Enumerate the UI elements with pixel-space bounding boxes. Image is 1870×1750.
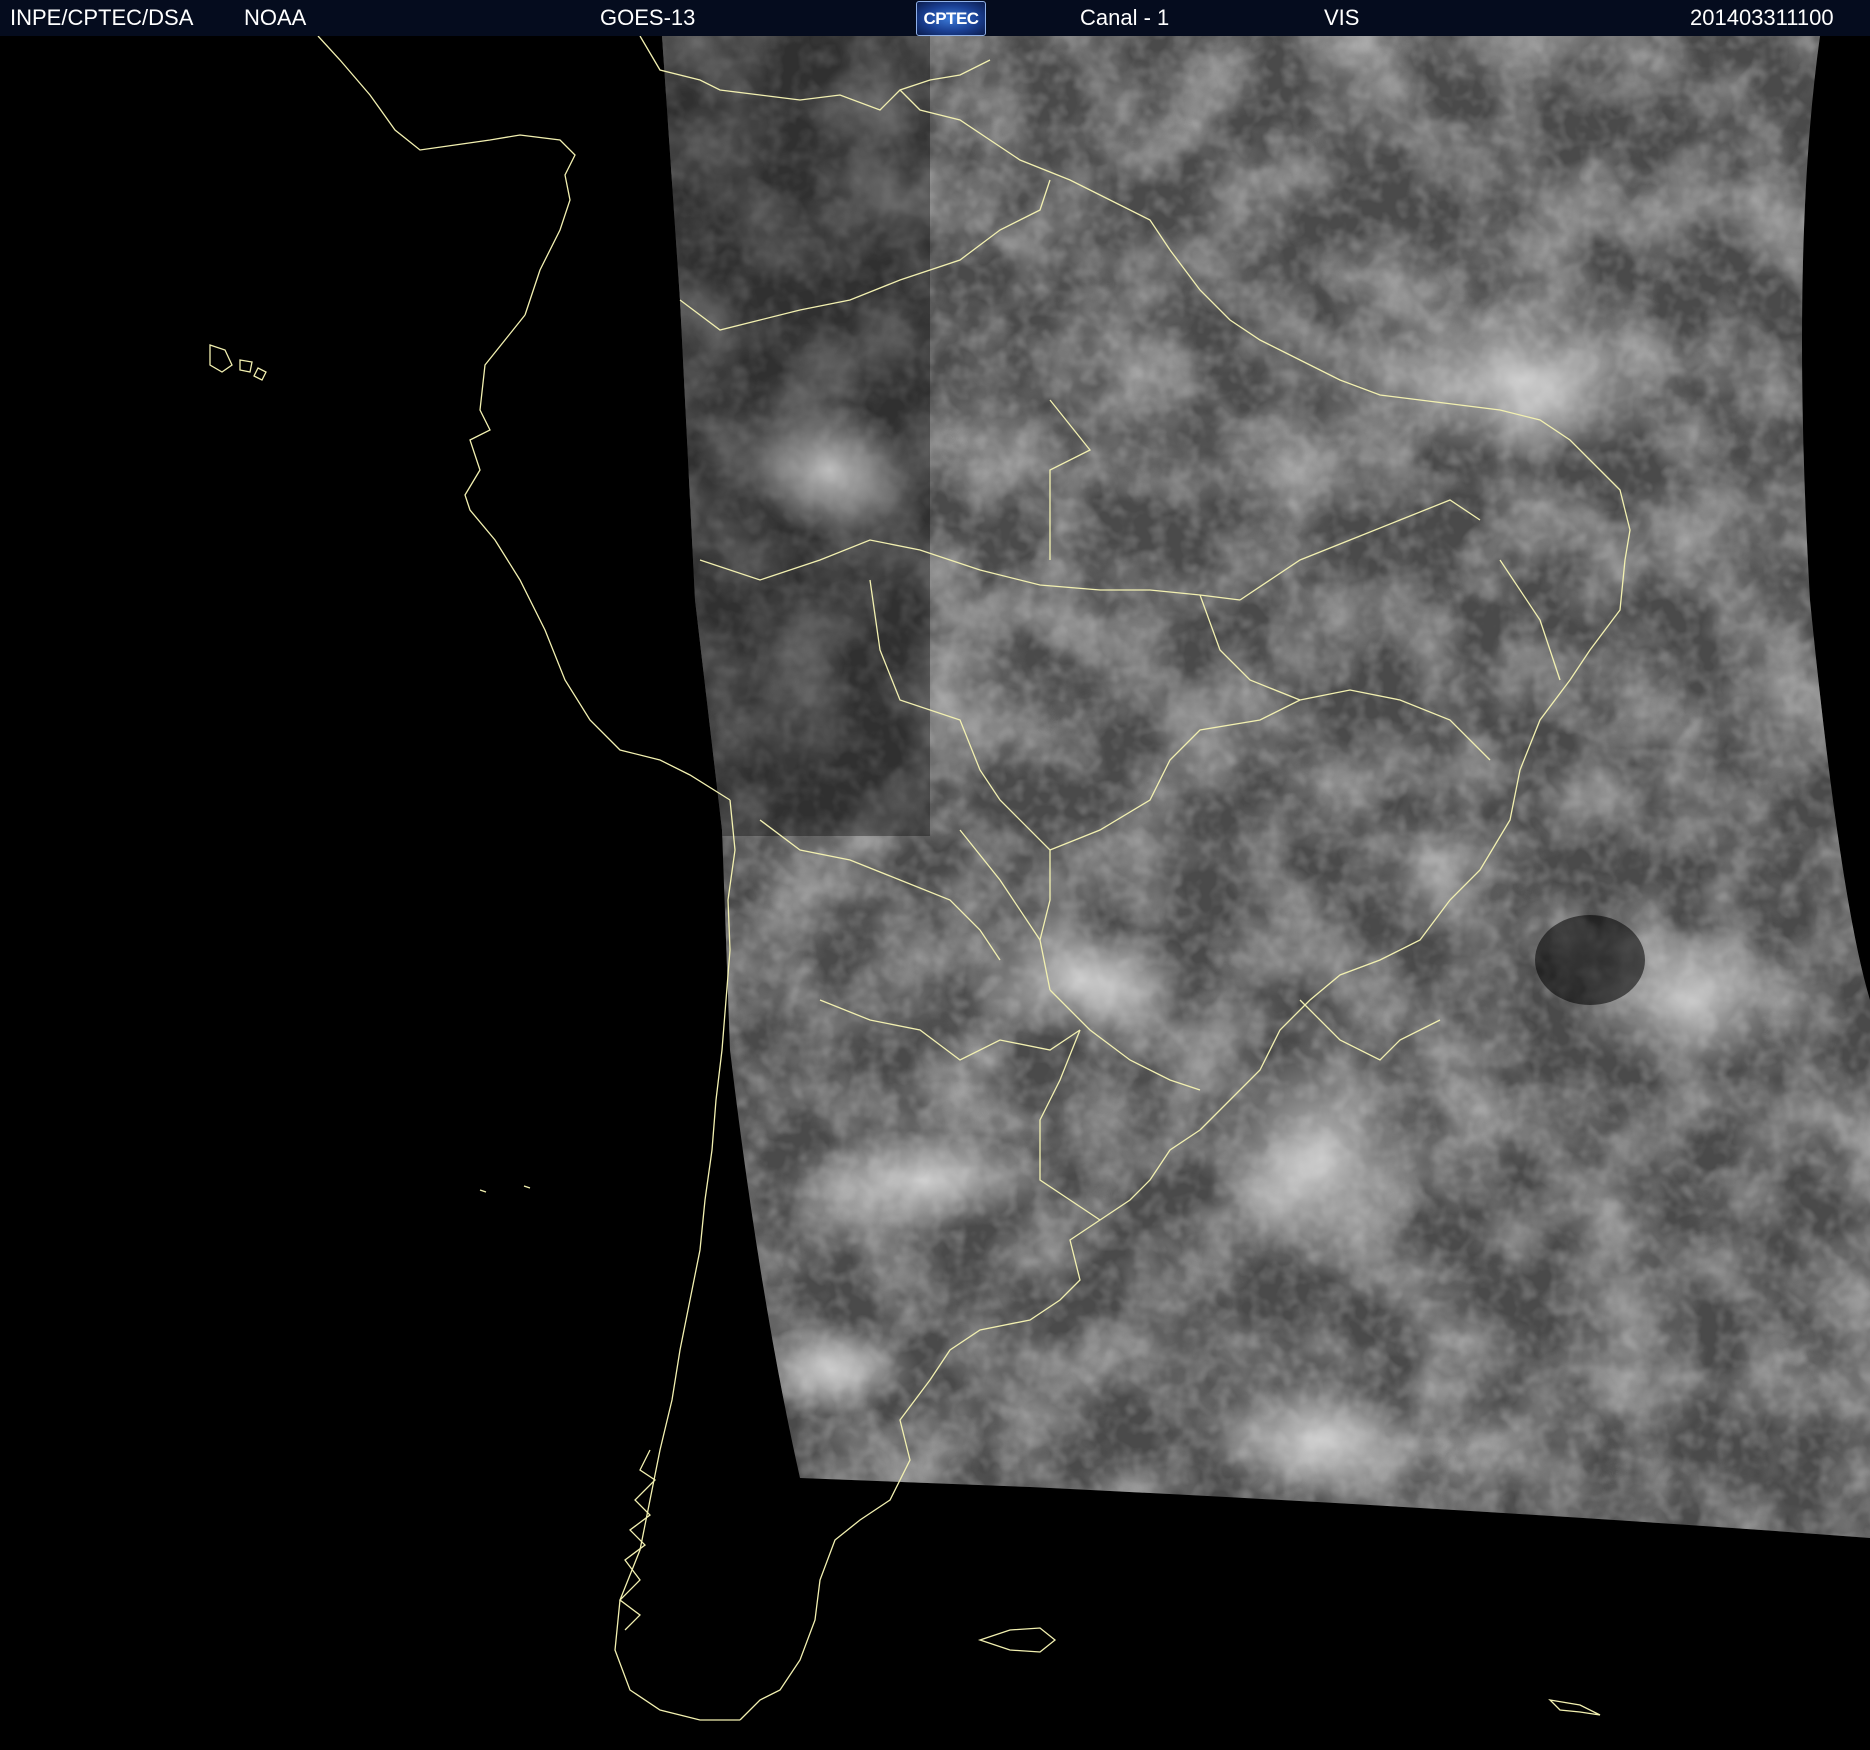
band-label: VIS <box>1324 5 1360 30</box>
channel-label: Canal - 1 <box>1080 5 1170 30</box>
satellite-image <box>209 36 1870 1721</box>
cptec-logo: CPTEC <box>916 1 986 36</box>
header-bar: INPE/CPTEC/DSA NOAA GOES-13 CPTEC Canal … <box>0 0 1870 36</box>
logo-text: CPTEC <box>923 9 979 28</box>
timestamp-label: 201403311100 <box>1690 5 1834 30</box>
satellite-label: GOES-13 <box>600 5 696 30</box>
satellite-swath <box>662 36 1870 1538</box>
agency-label: INPE/CPTEC/DSA <box>10 5 194 30</box>
partner-label: NOAA <box>244 5 307 30</box>
